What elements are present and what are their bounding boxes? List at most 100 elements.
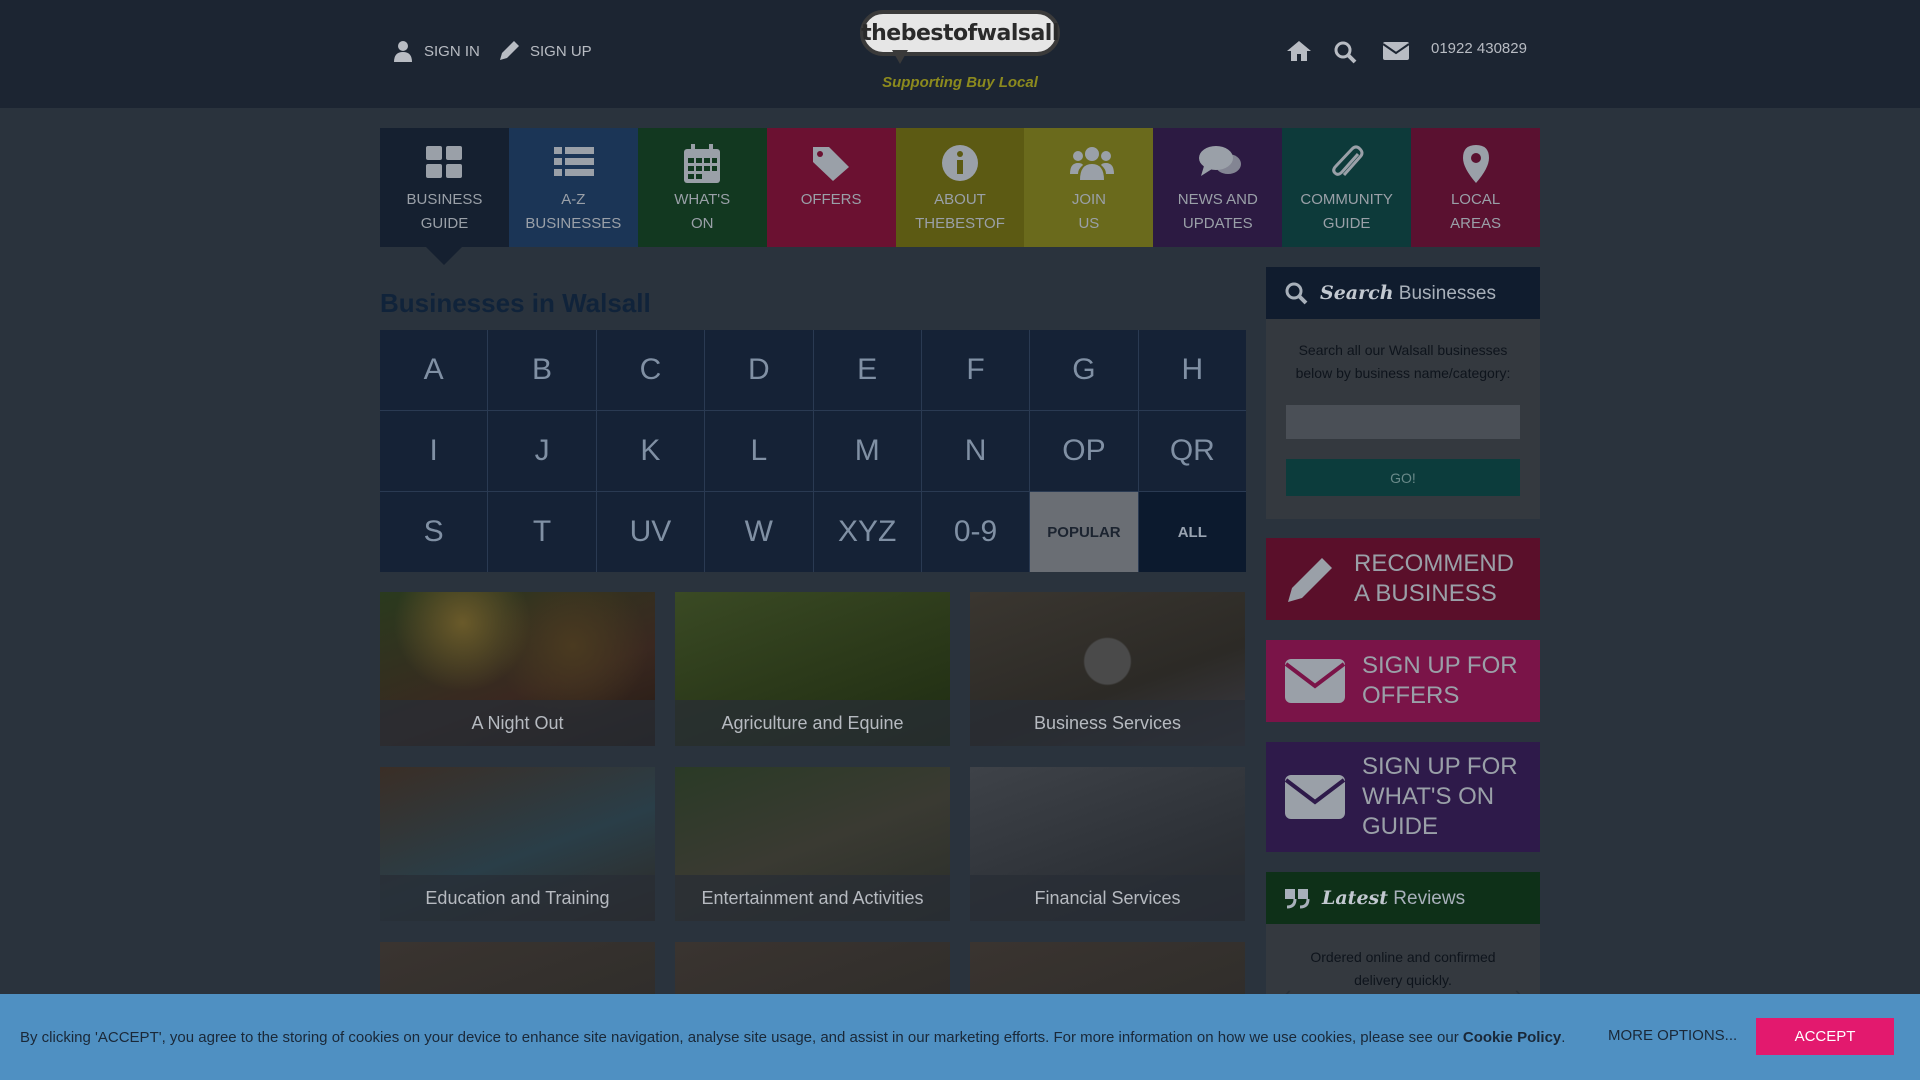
envelope-icon — [1284, 775, 1346, 819]
category-tile[interactable]: A Night Out — [380, 592, 655, 746]
nav-item-offers[interactable]: OFFERS — [766, 128, 896, 247]
letter-filter-g[interactable]: G — [1030, 330, 1138, 410]
letter-filter-s[interactable]: S — [380, 492, 488, 572]
category-label: Education and Training — [380, 875, 655, 921]
more-options-link[interactable]: MORE OPTIONS... — [1608, 1027, 1737, 1044]
nav-item-about-thebestof[interactable]: ABOUT THEBESTOF — [895, 128, 1025, 247]
letter-filter-e[interactable]: E — [813, 330, 921, 410]
letter-filter-0-9[interactable]: 0-9 — [921, 492, 1030, 572]
quote-icon — [1285, 889, 1310, 909]
letter-filter-t[interactable]: T — [488, 492, 596, 572]
search-icon — [1285, 282, 1308, 305]
search-description: Search all our Walsall businesses below … — [1295, 342, 1511, 381]
category-tile[interactable]: Agriculture and Equine — [675, 592, 950, 746]
page-title: Businesses in Walsall — [380, 288, 651, 318]
review-text: Ordered online and confirmed delivery qu… — [1310, 949, 1496, 988]
grid-icon — [424, 144, 464, 184]
category-label: A Night Out — [380, 700, 655, 746]
calendar-icon — [682, 144, 722, 184]
envelope-icon[interactable] — [1382, 40, 1410, 62]
sign-up-link[interactable]: SIGN UP — [498, 40, 592, 62]
category-tile[interactable]: Education and Training — [380, 767, 655, 921]
nav-item-label: COMMUNITY GUIDE — [1300, 191, 1393, 232]
recommend-business-button[interactable]: RECOMMEND A BUSINESS — [1266, 538, 1540, 620]
letter-filter-j[interactable]: J — [488, 411, 596, 491]
letter-filter-b[interactable]: B — [488, 330, 596, 410]
nav-item-label: WHAT'S ON — [674, 191, 731, 232]
paperclip-icon — [1327, 144, 1367, 184]
letter-filter-i[interactable]: I — [380, 411, 488, 491]
sign-in-link[interactable]: SIGN IN — [392, 40, 480, 62]
nav-item-label: BUSINESS GUIDE — [406, 191, 483, 232]
pencil-icon — [1288, 558, 1332, 602]
search-panel-body: Search all our Walsall businesses below … — [1266, 319, 1540, 519]
search-icon[interactable] — [1333, 40, 1357, 64]
nav-item-label: A-Z BUSINESSES — [525, 191, 622, 232]
nav-item-business-guide[interactable]: BUSINESS GUIDE — [380, 128, 509, 265]
letter-filter-all[interactable]: ALL — [1138, 492, 1246, 572]
nav-item-label: JOIN US — [1071, 191, 1106, 232]
letter-filter-xyz[interactable]: XYZ — [813, 492, 921, 572]
map-marker-icon — [1456, 144, 1496, 184]
nav-item-a-z-businesses[interactable]: A-Z BUSINESSES — [508, 128, 638, 247]
category-tile[interactable]: Business Services — [970, 592, 1245, 746]
letter-filter-f[interactable]: F — [921, 330, 1030, 410]
nav-item-label: OFFERS — [800, 191, 862, 208]
site-header: SIGN IN SIGN UP thebestofwalsall Support… — [0, 0, 1920, 108]
site-logo[interactable]: thebestofwalsall Supporting Buy Local — [860, 10, 1060, 100]
letter-filter-uv[interactable]: UV — [596, 492, 705, 572]
letter-filter-qr[interactable]: QR — [1138, 411, 1246, 491]
letter-filter-m[interactable]: M — [813, 411, 921, 491]
logo-bubble-tail — [892, 50, 908, 64]
nav-item-label: ABOUT THEBESTOF — [915, 191, 1005, 232]
logo-tagline: Supporting Buy Local — [882, 74, 1038, 91]
letter-filter-op[interactable]: OP — [1030, 411, 1138, 491]
nav-item-news-and-updates[interactable]: NEWS AND UPDATES — [1153, 128, 1283, 247]
category-tile[interactable]: Financial Services — [970, 767, 1245, 921]
accept-cookies-button[interactable]: ACCEPT — [1756, 1018, 1894, 1055]
nav-item-community-guide[interactable]: COMMUNITY GUIDE — [1282, 128, 1412, 247]
category-label: Entertainment and Activities — [675, 875, 950, 921]
az-letter-grid: A B C D E F G H I J K L M N OP QR S T UV W XYZ 0-9 POPULAR ALL — [380, 330, 1246, 572]
letter-filter-n[interactable]: N — [921, 411, 1030, 491]
category-tile[interactable]: Entertainment and Activities — [675, 767, 950, 921]
info-icon — [940, 144, 980, 184]
letter-filter-k[interactable]: K — [596, 411, 705, 491]
search-go-button[interactable]: GO! — [1286, 459, 1520, 496]
pencil-icon — [498, 40, 520, 62]
letter-filter-popular[interactable]: POPULAR — [1030, 492, 1138, 572]
comments-icon — [1198, 144, 1241, 184]
phone-number[interactable]: 01922 430829 — [1431, 40, 1527, 57]
business-search-input[interactable] — [1286, 405, 1520, 439]
home-icon[interactable] — [1286, 40, 1312, 62]
nav-item-join-us[interactable]: JOIN US — [1024, 128, 1154, 247]
tags-icon — [811, 144, 851, 184]
nav-item-local-areas[interactable]: LOCAL AREAS — [1411, 128, 1541, 247]
reviews-panel-header: Latest Reviews — [1266, 872, 1540, 924]
nav-item-label: LOCAL AREAS — [1450, 191, 1501, 232]
logo-wordmark: thebestofwalsall — [860, 10, 1060, 56]
search-panel-header: Search Businesses — [1266, 267, 1540, 319]
envelope-icon — [1284, 659, 1346, 703]
category-label: Financial Services — [970, 875, 1245, 921]
letter-filter-h[interactable]: H — [1138, 330, 1246, 410]
letter-filter-d[interactable]: D — [705, 330, 813, 410]
letter-filter-w[interactable]: W — [705, 492, 813, 572]
signup-offers-button[interactable]: SIGN UP FOR OFFERS — [1266, 640, 1540, 722]
signup-whatson-button[interactable]: SIGN UP FOR WHAT'S ON GUIDE — [1266, 742, 1540, 852]
letter-filter-c[interactable]: C — [596, 330, 705, 410]
cookie-message: By clicking 'ACCEPT', you agree to the s… — [20, 1028, 1566, 1046]
category-label: Business Services — [970, 700, 1245, 746]
list-icon — [553, 144, 595, 184]
active-nav-indicator — [426, 247, 463, 265]
search-businesses-panel: Search Businesses Search all our Walsall… — [1266, 267, 1540, 519]
user-icon — [392, 40, 414, 62]
users-icon — [1069, 144, 1114, 184]
letter-filter-l[interactable]: L — [705, 411, 813, 491]
main-navigation: BUSINESS GUIDE A-Z BUSINESSES WHAT'S ON OFF… — [380, 128, 1541, 265]
nav-item-what-s-on[interactable]: WHAT'S ON — [637, 128, 767, 247]
cookie-policy-link[interactable]: Cookie Policy — [1463, 1029, 1561, 1046]
nav-item-label: NEWS AND UPDATES — [1177, 191, 1258, 232]
letter-filter-a[interactable]: A — [380, 330, 488, 410]
category-label: Agriculture and Equine — [675, 700, 950, 746]
